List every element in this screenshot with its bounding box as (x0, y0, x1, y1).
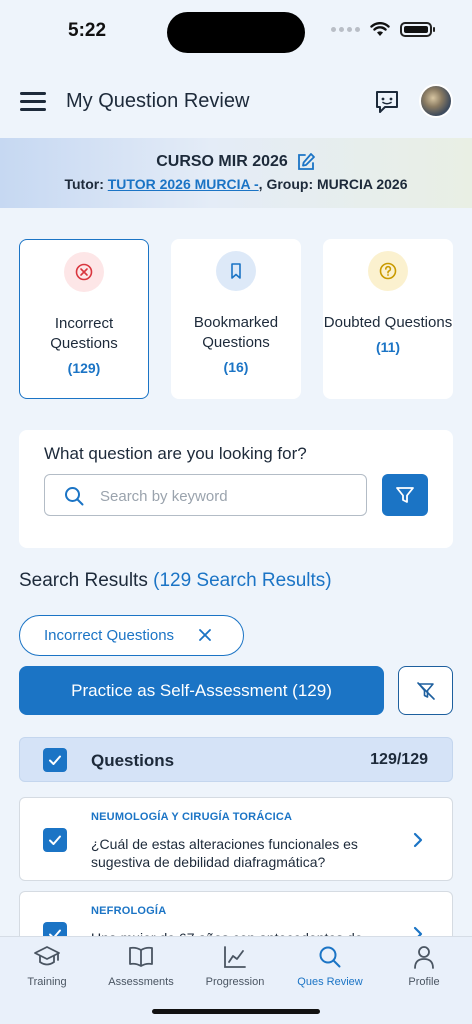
search-box (44, 474, 367, 516)
question-topic: NEFROLOGÍA (91, 905, 167, 917)
search-panel: What question are you looking for? (19, 430, 453, 548)
question-circle-icon (368, 251, 408, 291)
course-line: CURSO MIR 2026 (0, 152, 472, 172)
nav-label: Progression (205, 976, 265, 988)
avatar[interactable] (419, 84, 453, 118)
dynamic-island (167, 12, 305, 53)
nav-ques-review[interactable]: Ques Review (283, 943, 377, 988)
graduation-cap-icon (34, 946, 60, 966)
search-input[interactable] (100, 485, 350, 507)
person-icon (414, 946, 434, 969)
nav-assessments[interactable]: Assessments (94, 943, 188, 988)
home-indicator (152, 1009, 320, 1014)
filter-button[interactable] (382, 474, 428, 516)
nav-label: Ques Review (297, 976, 363, 988)
incorrect-questions-card[interactable]: Incorrect Questions (129) (19, 239, 149, 399)
bookmarked-questions-card[interactable]: Bookmarked Questions (16) (171, 239, 301, 399)
nav-progression[interactable]: Progression (188, 943, 282, 988)
check-icon (49, 835, 61, 845)
chip-label: Incorrect Questions (44, 627, 175, 644)
results-label: Search Results (19, 570, 148, 591)
group-text: , Group: MURCIA 2026 (258, 176, 408, 192)
nav-training[interactable]: Training (0, 943, 94, 988)
questions-count: 129/129 (370, 751, 428, 768)
tutor-line: Tutor: TUTOR 2026 MURCIA -, Group: MURCI… (0, 176, 472, 192)
status-icons (331, 22, 435, 37)
tutor-prefix: Tutor: (64, 176, 108, 192)
status-bar: 5:22 (0, 0, 472, 64)
search-icon (319, 946, 341, 968)
card-count: (129) (67, 360, 101, 376)
card-count: (16) (223, 359, 249, 375)
filter-icon (396, 487, 414, 503)
practice-self-assessment-button[interactable]: Practice as Self-Assessment (129) (19, 666, 384, 715)
card-count: (11) (375, 339, 401, 355)
chevron-right-icon[interactable] (412, 831, 424, 849)
question-checkbox[interactable] (43, 828, 67, 852)
status-time: 5:22 (68, 20, 107, 41)
course-banner: CURSO MIR 2026 Tutor: TUTOR 2026 MURCIA … (0, 138, 472, 208)
nav-label: Profile (408, 976, 440, 988)
filter-chip-incorrect[interactable]: Incorrect Questions (19, 615, 244, 656)
results-count: (129 Search Results) (153, 570, 332, 591)
chat-icon[interactable] (373, 88, 401, 116)
search-title: What question are you looking for? (44, 444, 307, 463)
questions-header: Questions 129/129 (19, 737, 453, 782)
tutor-link[interactable]: TUTOR 2026 MURCIA - (108, 176, 259, 192)
questions-label: Questions (91, 751, 175, 770)
close-icon[interactable] (197, 627, 213, 643)
question-item[interactable]: NEUMOLOGÍA Y CIRUGÍA TORÁCICA ¿Cuál de e… (19, 797, 453, 881)
filter-off-icon (416, 681, 435, 700)
card-label: Doubted Questions (323, 314, 453, 331)
search-results-title: Search Results (129 Search Results) (19, 570, 332, 592)
nav-label: Assessments (108, 976, 174, 988)
question-topic: NEUMOLOGÍA Y CIRUGÍA TORÁCICA (91, 811, 293, 823)
card-label: Bookmarked Questions (193, 314, 279, 351)
app-header: My Question Review (0, 64, 472, 138)
signal-icon (331, 27, 360, 32)
nav-profile[interactable]: Profile (377, 943, 471, 988)
search-icon (65, 487, 84, 506)
course-name: CURSO MIR 2026 (156, 153, 288, 170)
doubted-questions-card[interactable]: Doubted Questions (11) (323, 239, 453, 399)
book-icon (129, 946, 153, 967)
question-text: ¿Cuál de estas alteraciones funcionales … (91, 836, 358, 870)
page-title: My Question Review (66, 90, 250, 112)
clear-filter-button[interactable] (398, 666, 453, 715)
chart-icon (224, 946, 246, 968)
nav-label: Training (27, 976, 67, 988)
bookmark-icon (216, 251, 256, 291)
wifi-icon (370, 22, 390, 36)
select-all-checkbox[interactable] (43, 748, 67, 772)
battery-icon (400, 22, 435, 37)
check-icon (49, 755, 61, 765)
hamburger-menu-icon[interactable] (20, 92, 46, 112)
card-label: Incorrect Questions (50, 315, 118, 352)
edit-icon[interactable] (296, 152, 316, 172)
x-circle-icon (64, 252, 104, 292)
